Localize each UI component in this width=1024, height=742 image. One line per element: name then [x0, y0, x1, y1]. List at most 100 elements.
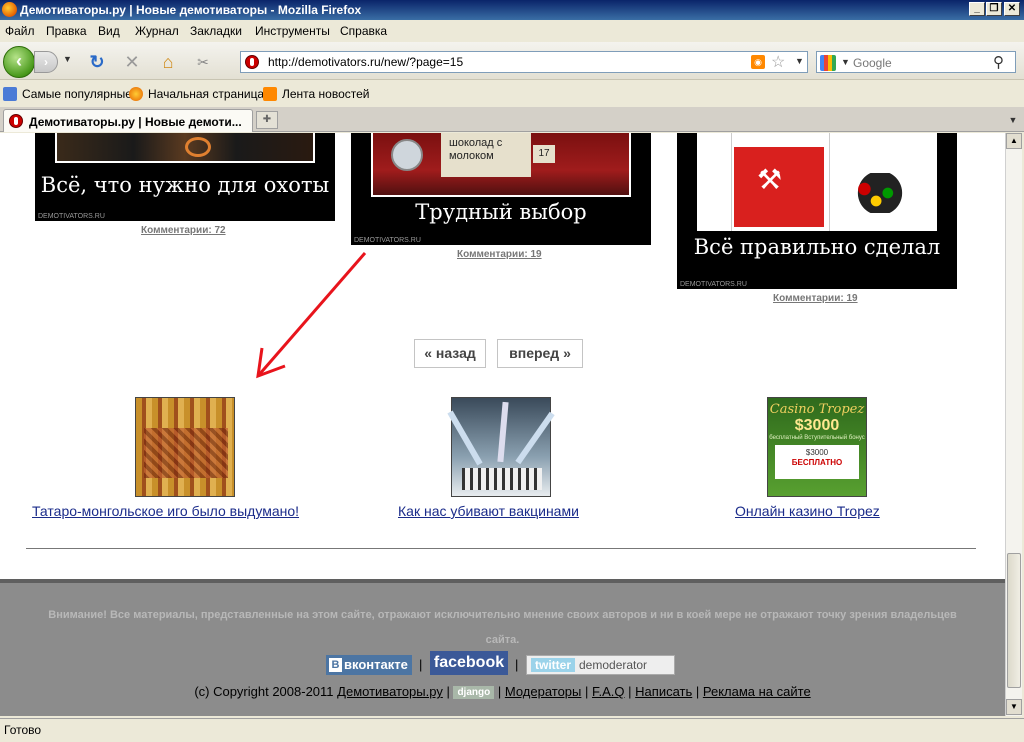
related-link[interactable]: Онлайн казино Tropez: [735, 503, 880, 519]
site-home-link[interactable]: Демотиваторы.ру: [337, 684, 443, 699]
dial-decoration: [391, 139, 423, 171]
poster-watermark: DEMOTIVATORS.RU: [38, 213, 105, 220]
menu-view[interactable]: Вид: [98, 24, 120, 38]
rss-icon[interactable]: ◉: [751, 55, 765, 69]
status-text: Готово: [4, 723, 42, 737]
restore-button[interactable]: ❐: [986, 2, 1002, 16]
rss-icon: [263, 87, 277, 101]
ad-card: $3000 БЕСПЛАТНО: [775, 445, 859, 479]
facebook-button[interactable]: facebook: [430, 651, 508, 675]
menu-bookmarks[interactable]: Закладки: [190, 24, 242, 38]
grid-line: [731, 133, 732, 231]
site-favicon-icon: [9, 114, 23, 128]
engine-dropdown-icon[interactable]: ▼: [841, 57, 850, 67]
poster-caption: Всё правильно сделал: [693, 235, 941, 259]
bow-decoration: [185, 137, 211, 157]
vk-icon: В: [329, 658, 342, 672]
faq-link[interactable]: F.A.Q: [592, 684, 625, 699]
tab-bar: Демотиваторы.ру | Новые демоти... ✚ ▼: [0, 107, 1024, 132]
stop-button[interactable]: ✕: [121, 51, 143, 73]
close-button[interactable]: ✕: [1004, 2, 1020, 16]
bookmark-most-visited[interactable]: Самые популярные: [3, 87, 132, 101]
divider: [26, 548, 976, 549]
tab-title: Демотиваторы.ру | Новые демоти...: [29, 115, 242, 129]
arrow-shaft: [256, 252, 367, 377]
bolts-decoration: [841, 173, 919, 213]
vk-button[interactable]: Ввконтакте: [326, 655, 412, 675]
site-favicon-icon: [245, 55, 259, 69]
grid-line: [829, 133, 830, 231]
people-decoration: [462, 468, 542, 490]
related-link[interactable]: Татаро-монгольское иго было выдумано!: [32, 503, 299, 519]
navigation-toolbar: ‹ › ▼ ↻ ✕ ⌂ ✂ http://demotivators.ru/new…: [0, 42, 1024, 80]
vertical-scrollbar[interactable]: ▲ ▼: [1005, 133, 1022, 716]
write-link[interactable]: Написать: [635, 684, 692, 699]
scroll-up-icon[interactable]: ▲: [1006, 133, 1022, 149]
bookmark-start-page[interactable]: Начальная страница: [129, 87, 264, 101]
window-titlebar: Демотиваторы.ру | Новые демотиваторы - M…: [0, 0, 1024, 20]
comments-link[interactable]: Комментарии: 19: [457, 249, 542, 260]
related-link[interactable]: Как нас убивают вакцинами: [398, 503, 579, 519]
ad-amount: $3000: [794, 417, 840, 434]
search-input[interactable]: Google: [853, 56, 892, 70]
syringe-decoration: [447, 410, 483, 466]
twitter-label: twitter: [531, 658, 575, 672]
scrollbar-thumb[interactable]: [1007, 553, 1021, 688]
related-thumbnail[interactable]: [447, 397, 555, 497]
menu-file[interactable]: Файл: [5, 24, 35, 38]
url-text[interactable]: http://demotivators.ru/new/?page=15: [268, 55, 463, 69]
new-tab-button[interactable]: ✚: [256, 111, 278, 129]
django-badge[interactable]: django: [453, 686, 495, 699]
poster-image: шоколад с молоком 17: [371, 133, 631, 197]
firefox-icon: [2, 2, 17, 17]
vk-label: вконтакте: [344, 657, 408, 672]
forward-button[interactable]: ›: [34, 51, 58, 73]
hammer-icon: ⚒: [757, 164, 783, 195]
separator: |: [515, 657, 519, 672]
separator: |: [419, 657, 423, 672]
home-button[interactable]: ⌂: [157, 51, 179, 73]
next-page-button[interactable]: вперед »: [497, 339, 583, 368]
menu-tools[interactable]: Инструменты: [255, 24, 330, 38]
firefox-icon: [129, 87, 143, 101]
moderators-link[interactable]: Модераторы: [505, 684, 582, 699]
tab-list-dropdown-icon[interactable]: ▼: [1004, 111, 1022, 129]
prev-page-button[interactable]: « назад: [414, 339, 486, 368]
reload-button[interactable]: ↻: [86, 51, 108, 73]
related-thumbnail[interactable]: [135, 397, 235, 497]
twitter-button[interactable]: twitter demoderator: [526, 655, 675, 675]
tab-active[interactable]: Демотиваторы.ру | Новые демоти...: [3, 109, 253, 132]
comments-link[interactable]: Комментарии: 19: [773, 293, 858, 304]
separator: |: [446, 684, 454, 699]
history-dropdown-icon[interactable]: ▼: [63, 54, 72, 64]
address-bar[interactable]: http://demotivators.ru/new/?page=15 ◉ ☆ …: [240, 51, 808, 73]
demotivator-poster[interactable]: Всё, что нужно для охоты DEMOTIVATORS.RU: [35, 133, 335, 221]
url-dropdown-icon[interactable]: ▼: [795, 56, 804, 66]
google-engine-icon[interactable]: [820, 55, 836, 71]
back-button[interactable]: ‹: [3, 46, 35, 78]
disclaimer-text: Внимание! Все материалы, представленные …: [48, 609, 957, 646]
search-icon[interactable]: ⚲: [993, 53, 1004, 71]
bookmark-news-feed[interactable]: Лента новостей: [263, 87, 370, 101]
separator: |: [695, 684, 703, 699]
ad-title: Casino Tropez: [769, 402, 865, 417]
menu-edit[interactable]: Правка: [46, 24, 87, 38]
menu-help[interactable]: Справка: [340, 24, 387, 38]
search-bar[interactable]: ▼ Google ⚲: [816, 51, 1016, 73]
twitter-user: demoderator: [579, 658, 648, 672]
poster-watermark: DEMOTIVATORS.RU: [354, 237, 421, 244]
demotivator-poster[interactable]: ⚒ Всё правильно сделал DEMOTIVATORS.RU: [677, 133, 957, 289]
label-decoration: шоколад с молоком: [441, 133, 531, 177]
demotivator-poster[interactable]: шоколад с молоком 17 Трудный выбор DEMOT…: [351, 133, 651, 245]
comments-link[interactable]: Комментарии: 72: [141, 225, 226, 236]
scroll-down-icon[interactable]: ▼: [1006, 699, 1022, 715]
addon-icon[interactable]: ✂: [192, 51, 214, 73]
separator: |: [585, 684, 593, 699]
minimize-button[interactable]: _: [969, 2, 985, 16]
menu-history[interactable]: Журнал: [135, 24, 179, 38]
advertising-link[interactable]: Реклама на сайте: [703, 684, 811, 699]
page-viewport: Всё, что нужно для охоты DEMOTIVATORS.RU…: [0, 133, 1005, 716]
poster-watermark: DEMOTIVATORS.RU: [680, 281, 747, 288]
bookmark-star-icon[interactable]: ☆: [771, 52, 785, 72]
casino-ad-thumbnail[interactable]: Casino Tropez $3000 бесплатный Вступител…: [767, 397, 867, 497]
